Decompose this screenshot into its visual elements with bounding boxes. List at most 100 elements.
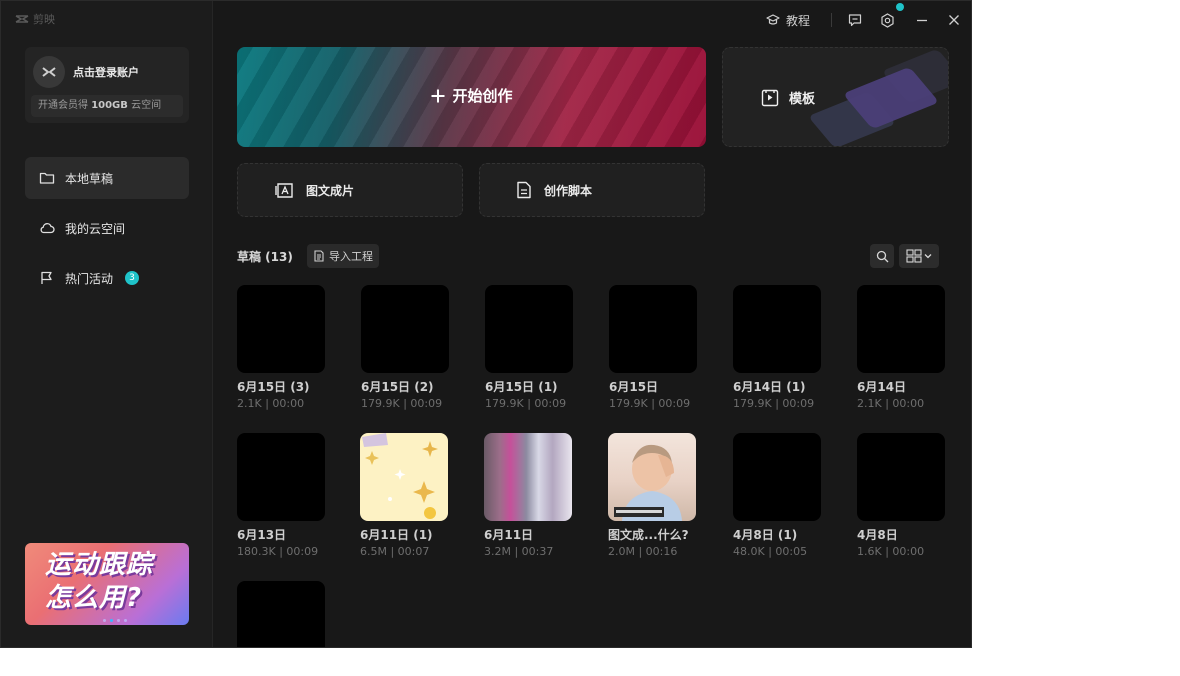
draft-item[interactable]: 6月15日 (1) 179.9K | 00:09 [485, 285, 575, 410]
creation-script-label: 创作脚本 [544, 183, 593, 198]
start-creation-label-wrap: 开始创作 [237, 85, 706, 106]
document-icon [517, 181, 531, 199]
carousel-dot[interactable] [117, 619, 120, 622]
draft-thumbnail[interactable] [609, 285, 697, 373]
draft-name: 6月11日 [484, 528, 534, 542]
image-to-video-button[interactable]: 图文成片 [237, 163, 463, 217]
draft-thumbnail[interactable] [237, 285, 325, 373]
draft-thumbnail[interactable] [361, 285, 449, 373]
draft-meta: 179.9K | 00:09 [485, 397, 567, 410]
draft-thumbnail[interactable] [485, 285, 573, 373]
sidebar-item-events[interactable]: 热门活动 3 [25, 257, 189, 299]
draft-item[interactable]: 6月11日 3.2M | 00:37 [484, 433, 574, 558]
promo-text: 运动跟踪 怎么用? [45, 549, 153, 615]
draft-item[interactable]: 6月15日 (2) 179.9K | 00:09 [361, 285, 451, 410]
template-icon [761, 89, 779, 106]
template-button[interactable]: 模板 [722, 47, 949, 147]
draft-thumbnail[interactable] [237, 581, 325, 647]
sidebar-item-label: 本地草稿 [65, 171, 114, 186]
draft-name: 6月14日 (1) [733, 380, 806, 394]
sidebar-item-label: 我的云空间 [65, 221, 126, 236]
feedback-icon [848, 14, 862, 27]
draft-name: 6月14日 [857, 380, 907, 394]
events-badge: 3 [125, 271, 140, 285]
close-button[interactable] [948, 11, 960, 29]
draft-thumbnail[interactable] [857, 433, 945, 521]
draft-meta: 2.1K | 00:00 [857, 397, 925, 410]
carousel-dots[interactable] [103, 619, 127, 622]
draft-item[interactable]: 6月14日 2.1K | 00:00 [857, 285, 947, 410]
minimize-button[interactable] [916, 11, 928, 29]
feedback-button[interactable] [848, 11, 862, 29]
draft-item[interactable]: 6月13日 180.3K | 00:09 [237, 433, 327, 558]
app-window: 剪映 点击登录账户 开通会员得 100GB 云空间 本地草稿 我的云空间 热门活… [0, 0, 972, 648]
import-project-label: 导入工程 [329, 250, 373, 263]
draft-item[interactable]: 6月15日 (3) 2.1K | 00:00 [237, 285, 327, 410]
draft-thumbnail[interactable] [237, 433, 325, 521]
tutorial-label: 教程 [786, 13, 811, 28]
member-highlight: 100GB [91, 100, 128, 111]
draft-item[interactable] [237, 581, 327, 647]
draft-thumbnail[interactable] [733, 433, 821, 521]
graduation-cap-icon [766, 14, 780, 25]
app-name: 剪映 [33, 13, 55, 26]
draft-meta: 179.9K | 00:09 [609, 397, 691, 410]
draft-meta: 3.2M | 00:37 [484, 545, 554, 558]
carousel-dot[interactable] [103, 619, 106, 622]
capcut-logo-icon [15, 15, 29, 23]
draft-name: 4月8日 (1) [733, 528, 798, 542]
draft-item[interactable]: 6月14日 (1) 179.9K | 00:09 [733, 285, 823, 410]
draft-item[interactable]: 6月15日 179.9K | 00:09 [609, 285, 699, 410]
login-label[interactable]: 点击登录账户 [73, 64, 139, 80]
account-card[interactable]: 点击登录账户 开通会员得 100GB 云空间 [25, 47, 189, 123]
chevron-down-icon [924, 254, 932, 259]
sidebar-item-label: 热门活动 [65, 271, 114, 286]
draft-meta: 1.6K | 00:00 [857, 545, 925, 558]
draft-name: 6月15日 (3) [237, 380, 310, 394]
member-suffix: 云空间 [131, 100, 162, 111]
child-photo-image [614, 444, 682, 521]
draft-thumbnail[interactable] [360, 433, 448, 521]
draft-thumbnail[interactable] [484, 433, 572, 521]
draft-thumbnail[interactable] [608, 433, 696, 521]
draft-item[interactable]: 图文成...什么? 2.0M | 00:16 [608, 433, 698, 558]
template-label: 模板 [789, 92, 816, 107]
folder-icon [39, 172, 55, 184]
draft-item[interactable]: 4月8日 1.6K | 00:00 [857, 433, 947, 558]
import-project-button[interactable]: 导入工程 [307, 244, 379, 268]
draft-name: 4月8日 [857, 528, 898, 542]
app-logo: 剪映 [15, 11, 55, 27]
carousel-dot[interactable] [124, 619, 127, 622]
image-text-icon [275, 183, 293, 198]
promo-banner[interactable]: 运动跟踪 怎么用? [25, 543, 189, 625]
draft-item[interactable]: 4月8日 (1) 48.0K | 00:05 [733, 433, 823, 558]
draft-item[interactable]: 6月11日 (1) 6.5M | 00:07 [360, 433, 450, 558]
member-prefix: 开通会员得 [38, 100, 88, 111]
draft-meta: 179.9K | 00:09 [361, 397, 443, 410]
grid-view-icon [906, 249, 922, 263]
member-promo-bar[interactable]: 开通会员得 100GB 云空间 [31, 95, 183, 117]
tutorial-button[interactable]: 教程 [766, 11, 810, 29]
draft-name: 6月11日 (1) [360, 528, 433, 542]
view-mode-button[interactable] [899, 244, 939, 268]
draft-name: 6月15日 (2) [361, 380, 434, 394]
settings-button[interactable] [880, 11, 895, 29]
carousel-dot[interactable] [110, 619, 113, 622]
avatar[interactable] [33, 56, 65, 88]
search-button[interactable] [870, 244, 894, 268]
sidebar-item-cloud[interactable]: 我的云空间 [25, 207, 189, 249]
draft-name: 6月15日 [609, 380, 659, 394]
sparkle-image [362, 433, 438, 519]
draft-thumbnail[interactable] [857, 285, 945, 373]
promo-line-1: 运动跟踪 [45, 550, 154, 580]
draft-meta: 180.3K | 00:09 [237, 545, 319, 558]
draft-name: 6月15日 (1) [485, 380, 558, 394]
start-creation-button[interactable]: 开始创作 [237, 47, 706, 147]
promo-line-2: 怎么用? [45, 583, 143, 613]
creation-script-button[interactable]: 创作脚本 [479, 163, 705, 217]
sidebar-item-local-drafts[interactable]: 本地草稿 [25, 157, 189, 199]
plus-icon [431, 89, 445, 102]
draft-thumbnail[interactable] [733, 285, 821, 373]
draft-name: 6月13日 [237, 528, 287, 542]
draft-meta: 6.5M | 00:07 [360, 545, 430, 558]
